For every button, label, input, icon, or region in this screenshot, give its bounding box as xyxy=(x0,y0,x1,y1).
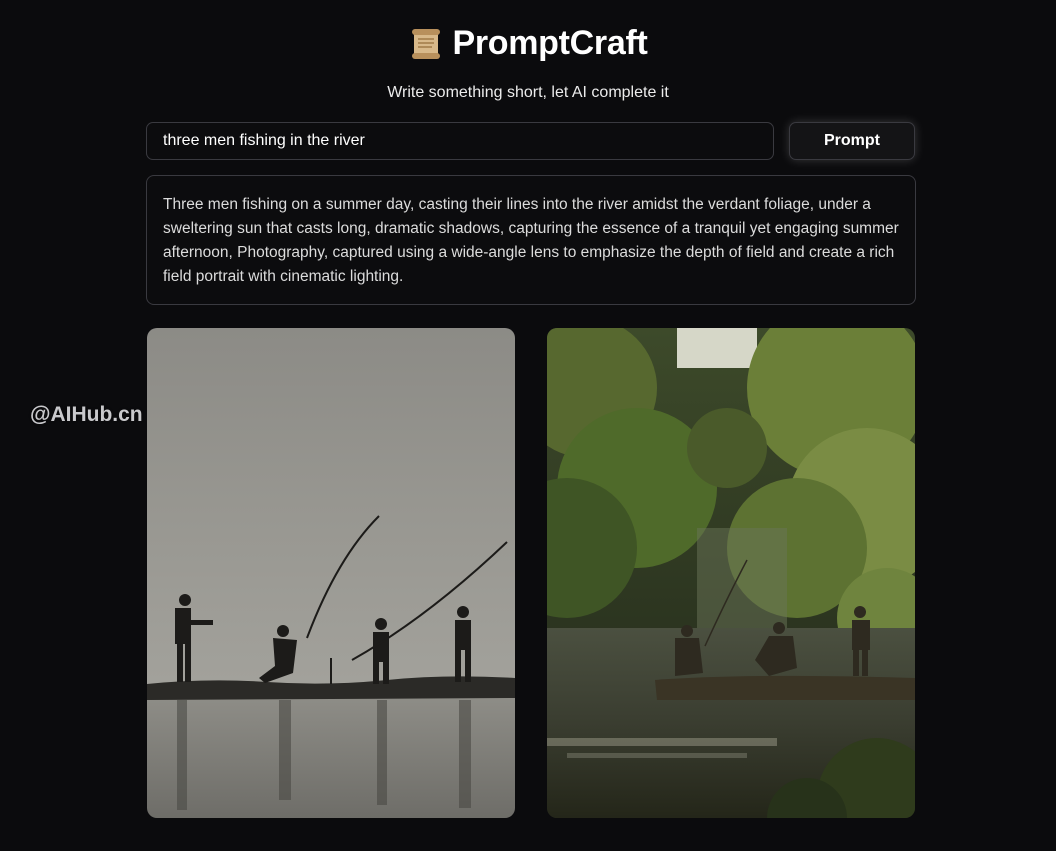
prompt-button[interactable]: Prompt xyxy=(789,122,915,160)
scroll-icon xyxy=(408,26,444,62)
prompt-input[interactable] xyxy=(146,122,774,160)
header: PromptCraft xyxy=(0,24,1056,63)
app-page: PromptCraft Write something short, let A… xyxy=(0,0,1056,851)
generated-prompt-output: Three men fishing on a summer day, casti… xyxy=(146,175,916,305)
app-subtitle: Write something short, let AI complete i… xyxy=(387,84,669,101)
app-title: PromptCraft xyxy=(452,24,648,62)
generated-image-silhouette[interactable] xyxy=(147,328,515,818)
generated-image-forest-river[interactable] xyxy=(547,328,915,818)
watermark: @AIHub.cn xyxy=(30,403,143,426)
